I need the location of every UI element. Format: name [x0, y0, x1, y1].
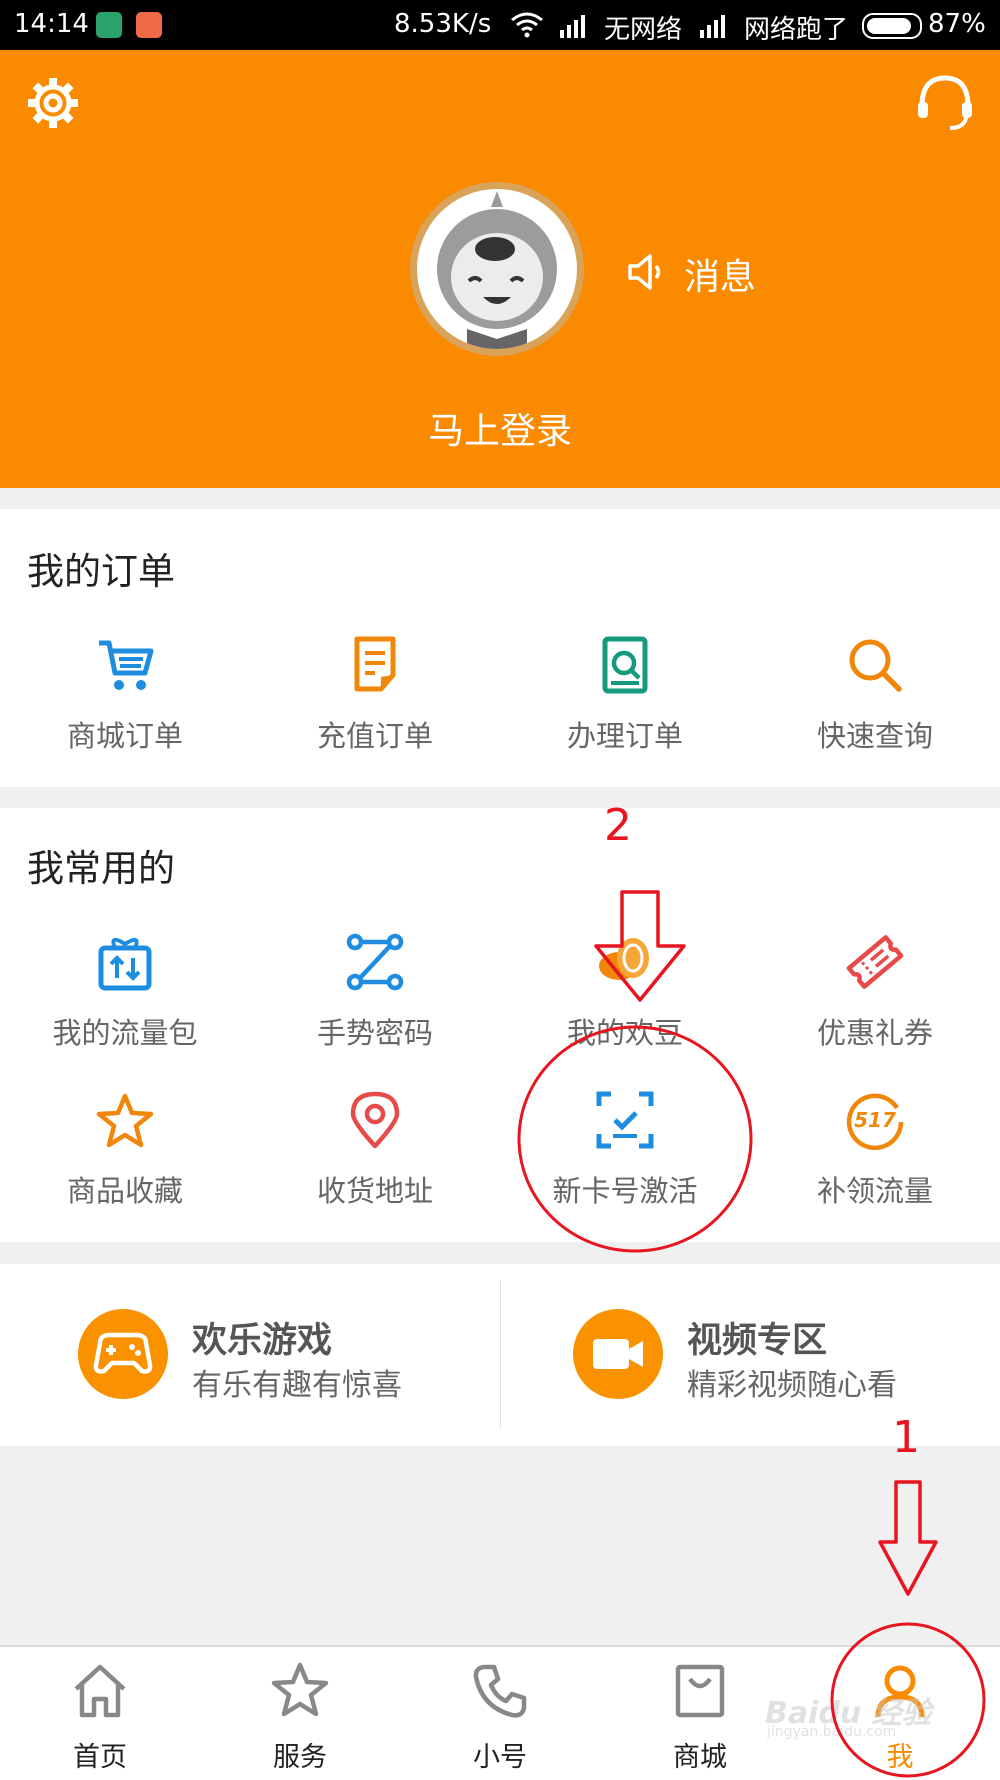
signal-sim1-icon [560, 15, 585, 38]
profile-header: 消息 马上登录 [0, 50, 1000, 488]
nav-label: 服务 [273, 1742, 327, 1773]
status-sim1-text: 无网络 [604, 15, 683, 45]
avatar-image [417, 189, 577, 349]
nav-services[interactable]: 服务 [200, 1647, 400, 1780]
message-label[interactable]: 消息 [684, 248, 756, 300]
section-title-orders: 我的订单 [27, 550, 175, 593]
annotation-arrow-2 [594, 890, 686, 1002]
nav-sub-number[interactable]: 小号 [400, 1647, 600, 1780]
common-used-section: 我常用的 我的流量包 手势密码 我的欢豆 优惠礼券 商品收藏 收货地址 新卡号激… [0, 808, 1000, 1242]
common-item-gesture[interactable]: 手势密码 [250, 926, 500, 1066]
ticket-icon [846, 935, 904, 989]
gamepad-icon [78, 1309, 168, 1399]
status-bar: 14:14 8.53K/s 无网络 网络跑了 87% [0, 0, 1000, 50]
annotation-circle-1 [830, 1622, 986, 1778]
star-icon [96, 1093, 154, 1148]
search-document-icon [602, 636, 648, 694]
phone-icon [473, 1664, 527, 1718]
common-item-label: 优惠礼券 [816, 1016, 933, 1050]
promo-title: 欢乐游戏 [192, 1321, 333, 1361]
cart-icon [99, 640, 154, 690]
common-item-label: 补领流量 [816, 1174, 933, 1208]
order-item-label: 充值订单 [316, 719, 433, 753]
search-icon [849, 639, 902, 692]
order-item-label: 办理订单 [566, 719, 683, 753]
my-orders-section: 我的订单 商城订单 充值订单 办理订单 快速查询 [0, 509, 1000, 787]
login-button[interactable]: 马上登录 [400, 402, 600, 454]
video-camera-icon [573, 1309, 663, 1399]
robot-mascot-icon [437, 191, 557, 349]
mi-store-icon [136, 12, 162, 38]
section-title-common: 我常用的 [27, 847, 175, 890]
annotation-step-1: 1 [892, 1412, 920, 1463]
annotation-step-2: 2 [604, 800, 632, 851]
order-item-mall[interactable]: 商城订单 [0, 629, 250, 769]
nav-label: 首页 [73, 1742, 127, 1773]
battery-icon [862, 13, 922, 39]
home-icon [74, 1664, 126, 1718]
order-item-recharge[interactable]: 充值订单 [250, 629, 500, 769]
data-package-icon [98, 937, 152, 991]
speaker-icon[interactable] [626, 252, 666, 292]
promo-section: 欢乐游戏 有乐有趣有惊喜 视频专区 精彩视频随心看 [0, 1264, 1000, 1446]
promo-title: 视频专区 [687, 1321, 828, 1361]
common-item-data-package[interactable]: 我的流量包 [0, 926, 250, 1066]
promo-subtitle: 有乐有趣有惊喜 [192, 1368, 402, 1403]
517-badge-text: 517 [854, 1108, 896, 1132]
nav-label: 小号 [473, 1742, 527, 1773]
status-network-speed: 8.53K/s [394, 9, 492, 39]
order-item-label: 快速查询 [816, 719, 933, 753]
promo-games[interactable]: 欢乐游戏 有乐有趣有惊喜 [0, 1264, 500, 1446]
common-item-address[interactable]: 收货地址 [250, 1084, 500, 1224]
nav-home[interactable]: 首页 [0, 1647, 200, 1780]
security-shield-icon [96, 12, 122, 38]
location-icon [350, 1091, 400, 1149]
star-icon [271, 1662, 329, 1717]
status-time: 14:14 [14, 9, 89, 39]
promo-subtitle: 精彩视频随心看 [687, 1368, 897, 1403]
517-badge-icon: 517 [846, 1093, 904, 1150]
wifi-icon [511, 12, 543, 38]
avatar[interactable] [410, 182, 584, 356]
status-sim2-text: 网络跑了 [744, 15, 849, 45]
common-item-label: 商品收藏 [66, 1174, 183, 1208]
common-item-label: 收货地址 [316, 1174, 433, 1208]
settings-gear-icon[interactable] [26, 76, 80, 130]
status-battery: 87% [928, 9, 986, 39]
document-icon [354, 636, 396, 692]
shopping-bag-icon [675, 1664, 725, 1718]
order-item-quick-query[interactable]: 快速查询 [750, 629, 1000, 769]
promo-video[interactable]: 视频专区 精彩视频随心看 [501, 1264, 1000, 1446]
common-item-label: 我的流量包 [52, 1016, 198, 1050]
annotation-arrow-1 [878, 1480, 938, 1596]
order-item-process[interactable]: 办理订单 [500, 629, 750, 769]
signal-sim2-icon [700, 15, 725, 38]
common-item-reclaim-data[interactable]: 517 补领流量 [750, 1084, 1000, 1224]
common-item-favorites[interactable]: 商品收藏 [0, 1084, 250, 1224]
gesture-icon [346, 933, 404, 991]
annotation-circle-2 [517, 1025, 753, 1253]
order-item-label: 商城订单 [66, 719, 183, 753]
common-item-coupons[interactable]: 优惠礼券 [750, 926, 1000, 1066]
common-item-label: 手势密码 [316, 1016, 433, 1050]
customer-service-headset-icon[interactable] [914, 72, 976, 134]
